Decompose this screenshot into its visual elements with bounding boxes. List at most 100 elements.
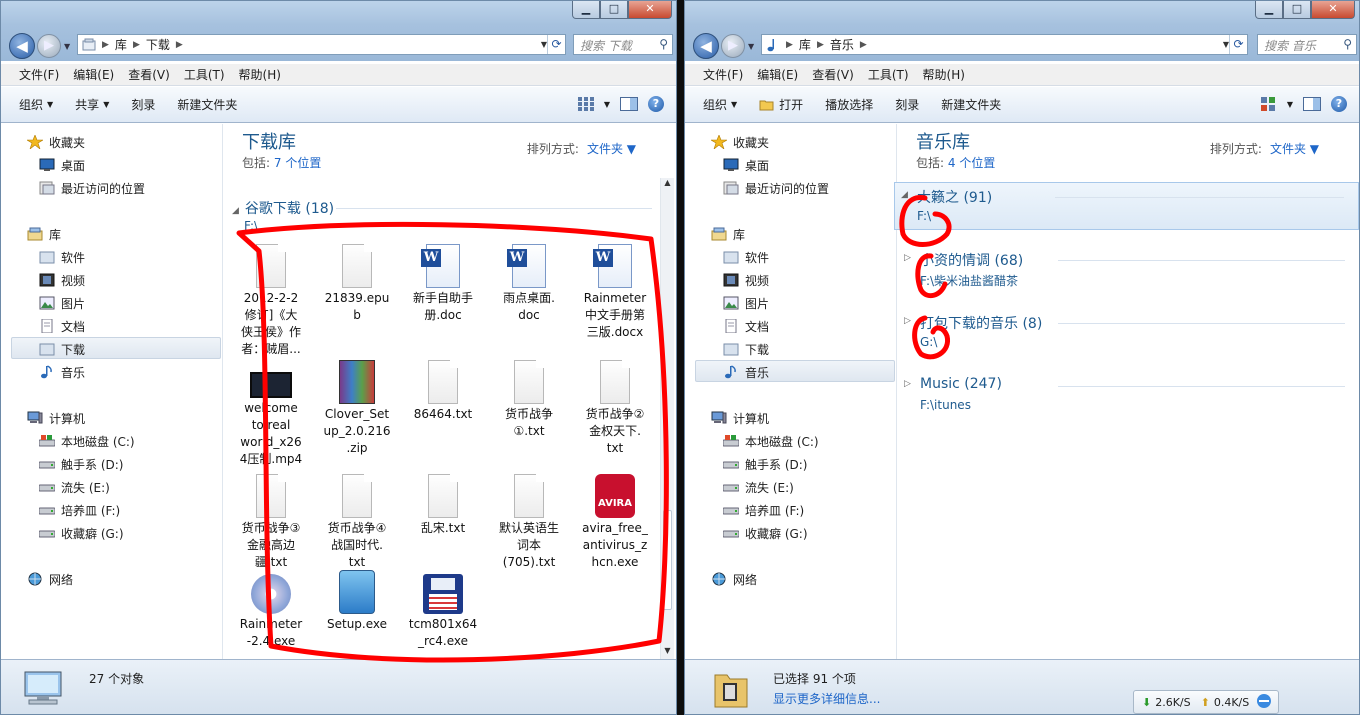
collapse-icon[interactable]: ◢	[232, 206, 239, 216]
sidebar-network[interactable]: 网络	[27, 569, 73, 589]
minimize-button[interactable]: ▁	[572, 1, 600, 19]
expand-icon[interactable]: ▷	[904, 316, 911, 326]
file-item[interactable]: 默认英语生 词本 (705).txt	[489, 474, 569, 571]
show-more-details-link[interactable]: 显示更多详细信息...	[773, 690, 880, 707]
vertical-scrollbar[interactable]: ▲ ▼	[660, 178, 674, 660]
sidebar-item-downloads[interactable]: 下载	[723, 339, 769, 359]
file-item[interactable]: tcm801x64 _rc4.exe	[403, 570, 483, 650]
file-item[interactable]: 2012-2-2 修订]《大 侠王侯》作 者：贼眉...	[231, 244, 311, 358]
group-header[interactable]: ◢ 谷歌下载 (18)	[232, 198, 334, 218]
breadcrumb-item[interactable]: 下载	[146, 36, 170, 53]
search-input[interactable]: 搜索 下载 ⚲	[573, 34, 673, 55]
file-item[interactable]: Setup.exe	[317, 570, 397, 633]
view-options-icon[interactable]	[1260, 97, 1277, 111]
sidebar-item-desktop[interactable]: 桌面	[39, 155, 85, 175]
sidebar-computer[interactable]: 计算机	[27, 408, 85, 428]
file-item[interactable]: AVIRA avira_free_ antivirus_z hcn.exe	[575, 474, 655, 571]
play-selection-button[interactable]: 播放选择	[825, 96, 873, 113]
sidebar-item-drive-g[interactable]: 收藏癖 (G:)	[723, 523, 808, 543]
search-icon[interactable]: ⚲	[659, 37, 668, 51]
includes-locations-link[interactable]: 4 个位置	[948, 156, 995, 170]
sidebar-item-drive-e[interactable]: 流失 (E:)	[39, 477, 110, 497]
sidebar-item-downloads[interactable]: 下载	[39, 339, 85, 359]
file-item[interactable]: W 雨点桌面. doc	[489, 244, 569, 324]
sidebar-item-videos[interactable]: 视频	[39, 270, 85, 290]
menu-tools[interactable]: 工具(T)	[868, 66, 909, 83]
sidebar-favorites[interactable]: 收藏夹	[27, 132, 85, 152]
sidebar-item-recent[interactable]: 最近访问的位置	[39, 178, 145, 198]
new-folder-button[interactable]: 新建文件夹	[941, 96, 1001, 113]
music-folder-group[interactable]: ▷ 小资的情调 (68) F:\柴米油盐酱醋茶	[898, 246, 1359, 294]
file-item[interactable]: 21839.epu b	[317, 244, 397, 324]
refresh-button[interactable]: ⟳	[547, 35, 565, 54]
title-bar[interactable]: ▁ □ ✕ ◀ ▶ ▼ ▶ 库 ▶ 音乐 ▶ ▼ ⟳ 搜索 音乐 ⚲	[685, 1, 1359, 61]
music-folder-group[interactable]: ▷ Music (247) F:\itunes	[898, 372, 1359, 420]
menu-edit[interactable]: 编辑(E)	[757, 66, 798, 83]
expand-icon[interactable]: ▷	[904, 253, 911, 263]
recent-pages-dropdown[interactable]: ▼	[748, 42, 754, 51]
file-item[interactable]: 货币战争④ 战国时代. txt	[317, 474, 397, 571]
includes-locations-link[interactable]: 7 个位置	[274, 156, 321, 170]
menu-help[interactable]: 帮助(H)	[923, 66, 965, 83]
refresh-button[interactable]: ⟳	[1229, 35, 1247, 54]
file-item[interactable]: W 新手自助手 册.doc	[403, 244, 483, 324]
sidebar-item-drive-c[interactable]: 本地磁盘 (C:)	[723, 431, 819, 451]
forward-button[interactable]: ▶	[721, 34, 745, 58]
sidebar-network[interactable]: 网络	[711, 569, 757, 589]
expand-icon[interactable]: ▷	[904, 379, 911, 389]
close-button[interactable]: ✕	[1311, 1, 1355, 19]
maximize-button[interactable]: □	[1283, 1, 1311, 19]
sidebar-item-drive-e[interactable]: 流失 (E:)	[723, 477, 794, 497]
new-folder-button[interactable]: 新建文件夹	[177, 96, 237, 113]
burn-button[interactable]: 刻录	[131, 96, 155, 113]
music-folder-group[interactable]: ◢ 大籁之 (91) F:\	[894, 182, 1359, 230]
back-button[interactable]: ◀	[693, 33, 719, 59]
help-icon[interactable]: ?	[648, 96, 664, 112]
file-item[interactable]: W Rainmeter 中文手册第 三版.docx	[575, 244, 655, 341]
file-item[interactable]: 货币战争 ①.txt	[489, 360, 569, 440]
sidebar-item-drive-g[interactable]: 收藏癖 (G:)	[39, 523, 124, 543]
file-list-pane[interactable]: 下载库 包括: 7 个位置 排列方式: 文件夹 ▼ ◢ 谷歌下载 (18) F:\ …	[224, 124, 676, 660]
preview-pane-icon[interactable]	[1303, 97, 1321, 111]
arrange-by-dropdown[interactable]: 文件夹 ▼	[587, 142, 636, 156]
sidebar-item-desktop[interactable]: 桌面	[723, 155, 769, 175]
breadcrumb-item[interactable]: 库	[799, 36, 811, 53]
file-item[interactable]: Rainmeter -2.4.exe	[231, 570, 311, 650]
sidebar-item-drive-d[interactable]: 触手系 (D:)	[723, 454, 807, 474]
sidebar-item-documents[interactable]: 文档	[39, 316, 85, 336]
search-input[interactable]: 搜索 音乐 ⚲	[1257, 34, 1357, 55]
minimize-button[interactable]: ▁	[1255, 1, 1283, 19]
menu-help[interactable]: 帮助(H)	[239, 66, 281, 83]
sidebar-item-drive-f[interactable]: 培养皿 (F:)	[723, 500, 804, 520]
close-button[interactable]: ✕	[628, 1, 672, 19]
file-item[interactable]: 货币战争② 金权天下. txt	[575, 360, 655, 457]
share-button[interactable]: 共享 ▼	[75, 96, 109, 113]
sidebar-libraries[interactable]: 库	[27, 224, 61, 244]
menu-edit[interactable]: 编辑(E)	[73, 66, 114, 83]
music-folder-group[interactable]: ▷ 打包下载的音乐 (8) G:\	[898, 309, 1359, 357]
sidebar-item-music[interactable]: 音乐	[723, 362, 769, 382]
menu-file[interactable]: 文件(F)	[19, 66, 59, 83]
arrange-by-dropdown[interactable]: 文件夹 ▼	[1270, 142, 1319, 156]
chevron-down-icon[interactable]: ▼	[1287, 100, 1293, 109]
file-item[interactable]: 86464.txt	[403, 360, 483, 423]
sidebar-computer[interactable]: 计算机	[711, 408, 769, 428]
breadcrumb-item[interactable]: 音乐	[830, 36, 854, 53]
organize-button[interactable]: 组织 ▼	[703, 96, 737, 113]
maximize-button[interactable]: □	[600, 1, 628, 19]
expand-icon[interactable]: ◢	[901, 190, 908, 200]
sidebar-item-drive-f[interactable]: 培养皿 (F:)	[39, 500, 120, 520]
address-bar[interactable]: ▶ 库 ▶ 音乐 ▶ ▼ ⟳	[761, 34, 1248, 55]
address-bar[interactable]: ▶ 库 ▶ 下载 ▶ ▼ ⟳	[77, 34, 566, 55]
recent-pages-dropdown[interactable]: ▼	[64, 42, 70, 51]
help-icon[interactable]: ?	[1331, 96, 1347, 112]
file-item[interactable]: welcome to real world_x26 4压制.mp4	[231, 360, 311, 468]
menu-view[interactable]: 查看(V)	[128, 66, 170, 83]
open-button[interactable]: 打开	[759, 96, 803, 113]
browser-icon[interactable]	[1255, 692, 1273, 710]
sidebar-item-software[interactable]: 软件	[723, 247, 769, 267]
organize-button[interactable]: 组织 ▼	[19, 96, 53, 113]
sidebar-item-drive-c[interactable]: 本地磁盘 (C:)	[39, 431, 135, 451]
sidebar-item-recent[interactable]: 最近访问的位置	[723, 178, 829, 198]
search-icon[interactable]: ⚲	[1343, 37, 1352, 51]
